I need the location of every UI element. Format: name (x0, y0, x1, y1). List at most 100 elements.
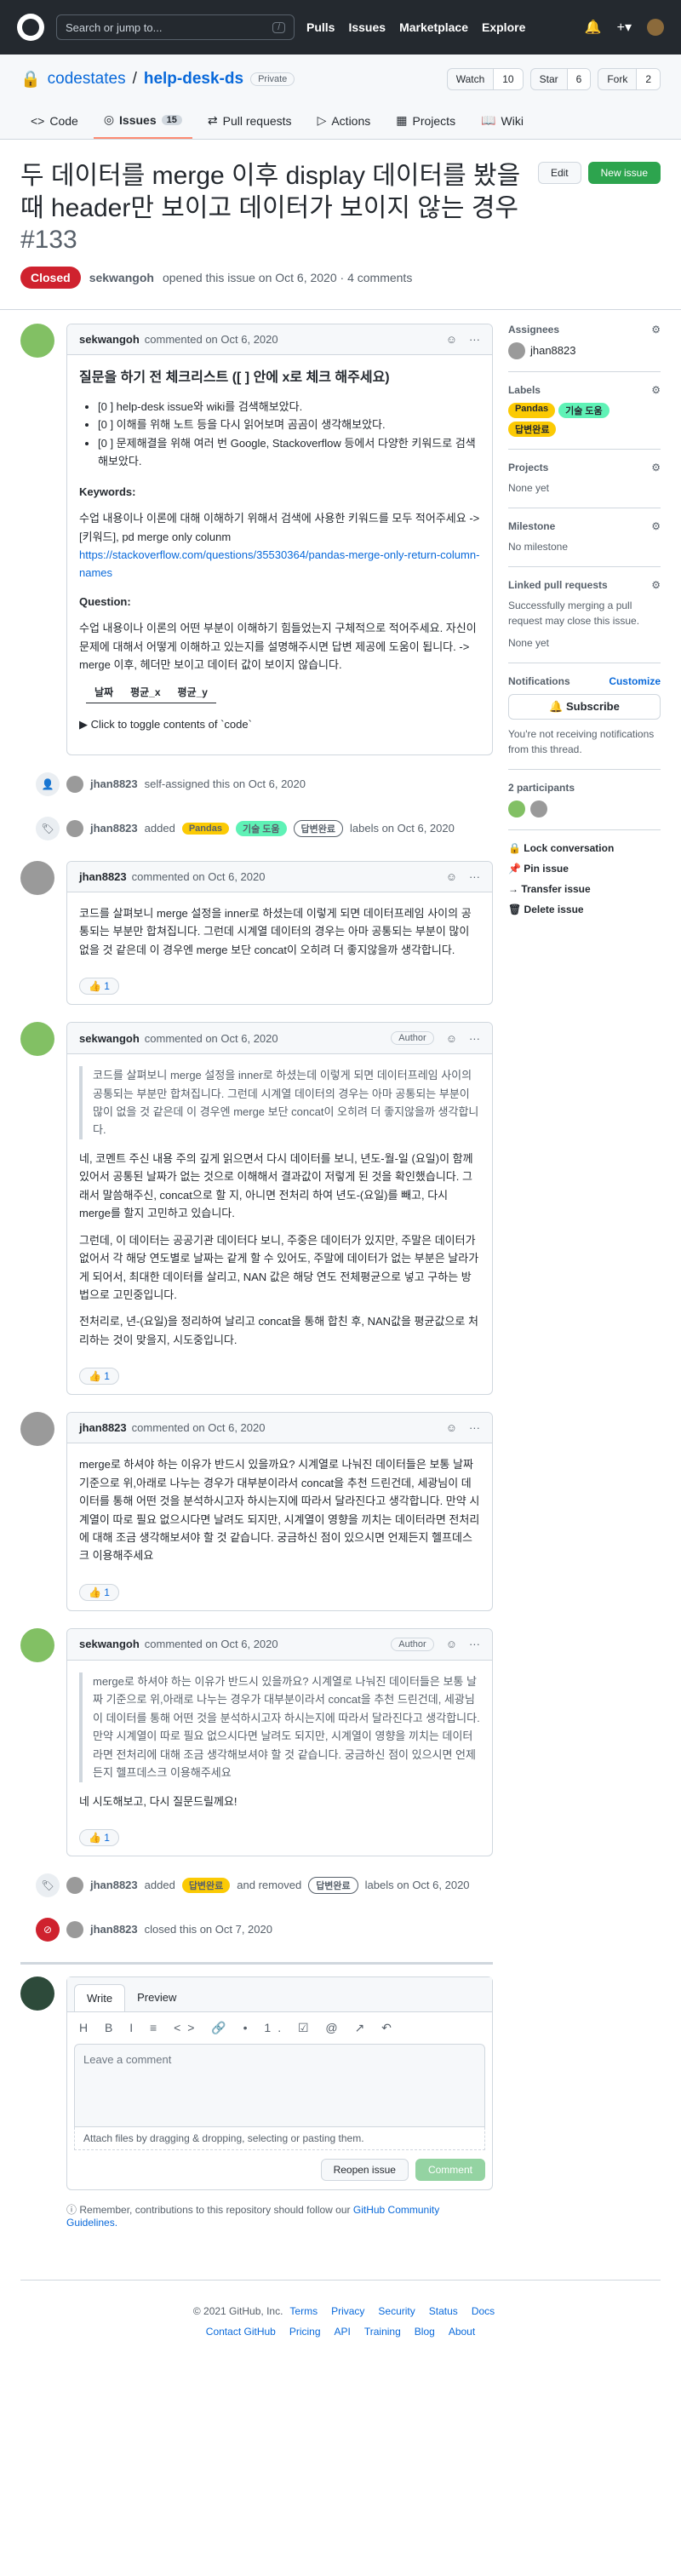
kebab-icon[interactable]: ··· (469, 1032, 480, 1045)
repo-name-link[interactable]: help-desk-ds (144, 70, 243, 89)
thumbs-up-reaction[interactable]: 👍 1 (79, 1828, 119, 1846)
kebab-icon[interactable]: ··· (469, 1421, 480, 1434)
label-answered[interactable]: 답변완료 (507, 421, 557, 437)
smiley-icon[interactable]: ☺ (446, 1421, 457, 1434)
kebab-icon[interactable]: ··· (469, 1638, 480, 1650)
nav-issues[interactable]: Issues (348, 20, 386, 34)
user-avatar[interactable] (647, 19, 664, 36)
avatar[interactable] (507, 341, 525, 359)
smiley-icon[interactable]: ☺ (446, 333, 457, 346)
nav-pulls[interactable]: Pulls (306, 20, 335, 34)
comment-author[interactable]: jhan8823 (79, 1421, 127, 1434)
footer-link[interactable]: Docs (472, 2305, 495, 2317)
thumbs-up-reaction[interactable]: 👍 1 (79, 1368, 119, 1386)
event-user[interactable]: jhan8823 (90, 1879, 138, 1891)
avatar[interactable] (20, 323, 54, 358)
smiley-icon[interactable]: ☺ (446, 870, 457, 883)
label-pandas[interactable]: Pandas (181, 822, 229, 835)
transfer-issue-link[interactable]: → Transfer issue (508, 883, 661, 895)
preview-tab[interactable]: Preview (125, 1984, 188, 2011)
avatar[interactable] (66, 775, 83, 793)
footer-link[interactable]: API (335, 2326, 351, 2338)
smiley-icon[interactable]: ☺ (446, 1032, 457, 1045)
label-answered[interactable]: 답변완료 (181, 1877, 231, 1893)
avatar[interactable] (20, 860, 54, 895)
avatar[interactable] (20, 1412, 54, 1447)
search-input[interactable]: Search or jump to... / (56, 14, 295, 40)
thumbs-up-reaction[interactable]: 👍 1 (79, 1583, 119, 1601)
star-button[interactable]: Star 6 (529, 68, 592, 90)
tab-pull-requests[interactable]: ⇄ Pull requests (197, 106, 302, 139)
plus-icon[interactable]: +▾ (617, 19, 632, 36)
footer-link[interactable]: Status (429, 2305, 458, 2317)
label-answered[interactable]: 답변완료 (308, 1876, 358, 1894)
smiley-icon[interactable]: ☺ (446, 1638, 457, 1650)
gear-icon[interactable]: ⚙ (651, 384, 661, 396)
code-icon: <> (31, 113, 45, 128)
footer-link[interactable]: Privacy (331, 2305, 364, 2317)
avatar[interactable] (20, 1627, 54, 1662)
customize-link[interactable]: Customize (609, 675, 661, 687)
event-user[interactable]: jhan8823 (90, 822, 138, 835)
tab-code[interactable]: <> Code (20, 106, 89, 139)
tab-wiki[interactable]: 📖 Wiki (471, 106, 534, 139)
footer-link[interactable]: About (449, 2326, 475, 2338)
bell-icon[interactable]: 🔔 (585, 19, 602, 36)
edit-button[interactable]: Edit (537, 162, 581, 184)
tab-actions[interactable]: ▷ Actions (307, 106, 381, 139)
avatar[interactable] (66, 1876, 83, 1894)
comment-textarea[interactable]: Leave a comment (74, 2043, 485, 2127)
avatar[interactable] (66, 1920, 83, 1938)
write-tab[interactable]: Write (74, 1983, 126, 2011)
footer-link[interactable]: Security (378, 2305, 415, 2317)
tab-issues[interactable]: ◎ Issues 15 (93, 106, 192, 139)
assignee-name[interactable]: jhan8823 (530, 344, 576, 357)
code-toggle[interactable]: ▶ Click to toggle contents of `code` (79, 715, 480, 733)
event-user[interactable]: jhan8823 (90, 777, 138, 790)
gear-icon[interactable]: ⚙ (651, 579, 661, 591)
footer-link[interactable]: Pricing (289, 2326, 321, 2338)
comment-author[interactable]: jhan8823 (79, 870, 127, 883)
footer-link[interactable]: Terms (289, 2305, 318, 2317)
pin-issue-link[interactable]: 📌 Pin issue (508, 863, 661, 875)
markdown-toolbar[interactable]: H B I ≡ <> 🔗 • 1. ☑ @ ↗ ↶ (67, 2012, 492, 2044)
nav-explore[interactable]: Explore (482, 20, 525, 34)
reopen-issue-button[interactable]: Reopen issue (320, 2158, 409, 2181)
repo-owner-link[interactable]: codestates (48, 70, 126, 89)
comment-button[interactable]: Comment (415, 2158, 485, 2181)
nav-marketplace[interactable]: Marketplace (399, 20, 468, 34)
lock-conversation-link[interactable]: 🔒 Lock conversation (508, 842, 661, 854)
github-logo-icon[interactable] (17, 14, 44, 41)
event-user[interactable]: jhan8823 (90, 1923, 138, 1936)
watch-button[interactable]: Watch 10 (446, 68, 524, 90)
label-answered[interactable]: 답변완료 (293, 819, 343, 837)
gear-icon[interactable]: ⚙ (651, 520, 661, 532)
meta-user[interactable]: sekwangoh (89, 271, 154, 284)
subscribe-button[interactable]: 🔔 Subscribe (507, 693, 661, 720)
avatar[interactable] (507, 800, 525, 818)
comment-author[interactable]: sekwangoh (79, 1032, 140, 1045)
thumbs-up-reaction[interactable]: 👍 1 (79, 978, 119, 995)
delete-issue-link[interactable]: 🗑 Delete issue (508, 904, 661, 915)
gear-icon[interactable]: ⚙ (651, 324, 661, 336)
fork-button[interactable]: Fork 2 (598, 68, 661, 90)
footer-link[interactable]: Blog (415, 2326, 435, 2338)
label-tech-help[interactable]: 기술 도움 (558, 402, 609, 418)
avatar[interactable] (20, 1976, 54, 2011)
label-pandas[interactable]: Pandas (507, 402, 556, 418)
tab-projects[interactable]: ▦ Projects (386, 106, 466, 139)
label-tech-help[interactable]: 기술 도움 (235, 820, 287, 836)
avatar[interactable] (66, 819, 83, 837)
kebab-icon[interactable]: ··· (469, 870, 480, 883)
gear-icon[interactable]: ⚙ (651, 462, 661, 473)
avatar[interactable] (529, 800, 547, 818)
comment-author[interactable]: sekwangoh (79, 333, 140, 346)
new-issue-button[interactable]: New issue (587, 162, 661, 184)
footer-link[interactable]: Training (364, 2326, 401, 2338)
stackoverflow-link[interactable]: https://stackoverflow.com/questions/3553… (79, 548, 479, 579)
comment-author[interactable]: sekwangoh (79, 1638, 140, 1650)
footer-link[interactable]: Contact GitHub (206, 2326, 276, 2338)
avatar[interactable] (20, 1022, 54, 1057)
kebab-icon[interactable]: ··· (469, 333, 480, 346)
attach-files[interactable]: Attach files by dragging & dropping, sel… (74, 2126, 485, 2150)
